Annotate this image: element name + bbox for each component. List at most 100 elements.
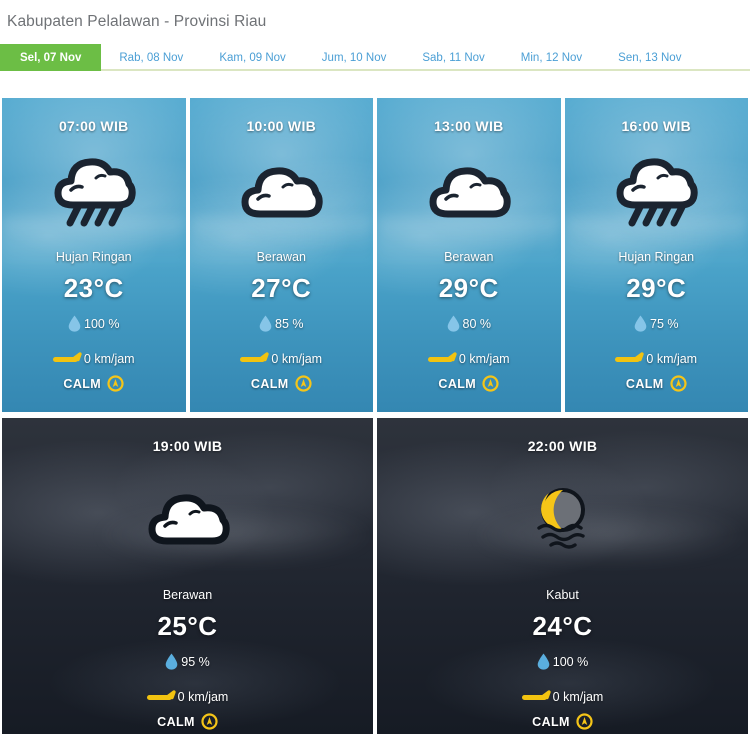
compass-icon (107, 375, 124, 392)
forecast-condition: Kabut (546, 588, 579, 602)
forecast-temperature: 29°C (626, 273, 687, 303)
humidity-value: 100 % (552, 654, 589, 669)
wind-direction-value: CALM (532, 714, 570, 729)
forecast-time: 13:00 WIB (433, 118, 504, 134)
cloud-icon (238, 140, 324, 244)
humidity-value: 80 % (462, 316, 492, 331)
wind-arrow-icon (521, 689, 552, 704)
cloud-icon (145, 464, 231, 574)
forecast-row-day: 07:00 WIB Hujan Ringan 23°C 100 % 0 km/j… (0, 95, 750, 415)
droplet-icon (165, 653, 178, 670)
forecast-time: 07:00 WIB (58, 118, 129, 134)
tab-label: Min, 12 Nov (520, 51, 583, 64)
forecast-row-night: 19:00 WIB Berawan 25°C 95 % 0 km/jam CAL… (0, 415, 750, 737)
droplet-icon (68, 315, 81, 332)
humidity-metric: 75 % (634, 315, 679, 332)
wind-speed-metric: 0 km/jam (615, 351, 697, 366)
wind-speed-value: 0 km/jam (83, 351, 135, 366)
humidity-metric: 100 % (68, 315, 119, 332)
humidity-value: 95 % (181, 654, 210, 669)
wind-direction-value: CALM (63, 376, 102, 391)
tab-day-0[interactable]: Sel, 07 Nov (0, 44, 102, 71)
wind-speed-metric: 0 km/jam (240, 351, 322, 366)
wind-arrow-icon (240, 351, 270, 366)
tab-label: Rab, 08 Nov (119, 51, 184, 64)
compass-icon (482, 375, 499, 392)
forecast-temperature: 25°C (157, 611, 218, 641)
wind-direction-metric: CALM (251, 375, 312, 392)
wind-direction-metric: CALM (438, 375, 499, 392)
forecast-condition: Berawan (256, 250, 306, 264)
forecast-card-1900[interactable]: 19:00 WIB Berawan 25°C 95 % 0 km/jam CAL… (0, 415, 375, 737)
forecast-card-1000[interactable]: 10:00 WIB Berawan 27°C 85 % 0 km/jam CAL… (187, 95, 375, 415)
cloud-icon (426, 140, 512, 244)
forecast-temperature: 23°C (63, 273, 124, 303)
tab-label: Sel, 07 Nov (20, 51, 82, 64)
rain-cloud-icon (613, 140, 699, 244)
tab-label: Sen, 13 Nov (618, 51, 682, 64)
compass-icon (669, 375, 687, 392)
droplet-icon (634, 315, 647, 332)
humidity-value: 75 % (650, 316, 679, 331)
moon-fog-icon (525, 464, 601, 574)
forecast-condition: Berawan (162, 588, 213, 602)
wind-direction-metric: CALM (626, 375, 687, 392)
forecast-condition: Hujan Ringan (618, 250, 695, 264)
forecast-card-0700[interactable]: 07:00 WIB Hujan Ringan 23°C 100 % 0 km/j… (0, 95, 188, 415)
tab-day-2[interactable]: Kam, 09 Nov (201, 44, 303, 71)
tab-label: Kam, 09 Nov (219, 51, 286, 64)
wind-direction-metric: CALM (157, 713, 218, 730)
wind-speed-metric: 0 km/jam (521, 689, 603, 704)
forecast-temperature: 24°C (532, 611, 593, 641)
tab-day-4[interactable]: Sab, 11 Nov (404, 44, 502, 71)
forecast-temperature: 29°C (438, 273, 499, 303)
humidity-metric: 95 % (165, 653, 210, 670)
humidity-metric: 80 % (447, 315, 492, 332)
wind-speed-value: 0 km/jam (271, 351, 323, 366)
forecast-card-1300[interactable]: 13:00 WIB Berawan 29°C 80 % 0 km/jam CAL… (375, 95, 563, 415)
wind-speed-metric: 0 km/jam (427, 351, 510, 366)
forecast-condition: Hujan Ringan (55, 250, 132, 264)
wind-arrow-icon (146, 689, 177, 704)
wind-direction-value: CALM (157, 714, 195, 729)
wind-speed-value: 0 km/jam (646, 351, 698, 366)
page-title: Kabupaten Pelalawan - Provinsi Riau (7, 13, 267, 30)
wind-direction-value: CALM (250, 376, 289, 391)
tab-label: Jum, 10 Nov (321, 51, 387, 64)
humidity-metric: 100 % (537, 653, 588, 670)
tab-day-5[interactable]: Min, 12 Nov (503, 44, 600, 71)
wind-direction-value: CALM (625, 376, 664, 391)
wind-speed-metric: 0 km/jam (52, 351, 135, 366)
compass-icon (294, 375, 312, 392)
humidity-metric: 85 % (259, 315, 304, 332)
forecast-card-2200[interactable]: 22:00 WIB Kabut 24°C 100 % 0 km/jam CALM (375, 415, 750, 737)
tab-label: Sab, 11 Nov (422, 51, 485, 64)
humidity-value: 85 % (275, 316, 304, 331)
wind-speed-metric: 0 km/jam (146, 689, 229, 704)
wind-arrow-icon (427, 351, 458, 366)
wind-direction-metric: CALM (63, 375, 124, 392)
tab-day-6[interactable]: Sen, 13 Nov (600, 44, 699, 71)
forecast-temperature: 27°C (251, 273, 312, 303)
tab-day-3[interactable]: Jum, 10 Nov (304, 44, 405, 71)
tabbar-spacer (699, 44, 750, 69)
wind-speed-value: 0 km/jam (458, 351, 510, 366)
droplet-icon (537, 653, 550, 670)
forecast-time: 19:00 WIB (152, 438, 223, 454)
forecast-time: 10:00 WIB (246, 118, 317, 134)
weather-forecast-page: Kabupaten Pelalawan - Provinsi Riau Sel,… (0, 0, 750, 737)
tab-day-1[interactable]: Rab, 08 Nov (101, 44, 201, 71)
forecast-condition: Berawan (444, 250, 494, 264)
wind-speed-value: 0 km/jam (177, 689, 229, 704)
forecast-time: 16:00 WIB (621, 118, 692, 134)
forecast-card-1600[interactable]: 16:00 WIB Hujan Ringan 29°C 75 % 0 km/ja… (562, 95, 750, 415)
day-tabs: Sel, 07 Nov Rab, 08 Nov Kam, 09 Nov Jum,… (0, 44, 750, 71)
droplet-icon (447, 315, 460, 332)
wind-direction-metric: CALM (532, 713, 593, 730)
forecast-grid: 07:00 WIB Hujan Ringan 23°C 100 % 0 km/j… (0, 95, 750, 737)
wind-arrow-icon (52, 351, 83, 366)
wind-arrow-icon (615, 351, 645, 366)
wind-direction-value: CALM (438, 376, 477, 391)
compass-icon (576, 713, 593, 730)
humidity-value: 100 % (84, 316, 120, 331)
